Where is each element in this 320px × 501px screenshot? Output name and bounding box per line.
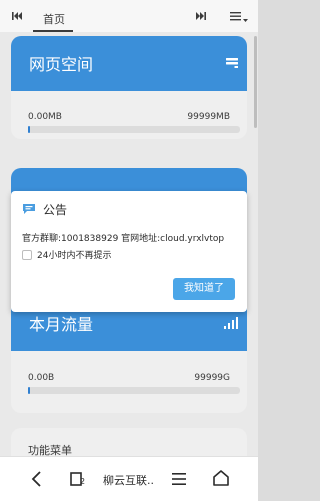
webspace-used: 0.00MB (28, 112, 62, 122)
tabs-icon[interactable] (68, 470, 90, 488)
traffic-progress-bar (28, 387, 240, 394)
traffic-title: 本月流量 (29, 315, 94, 334)
home-icon[interactable] (212, 469, 230, 487)
webspace-progress-fill (28, 126, 30, 133)
webspace-card: 网页空间 0.00MB 99999MB (11, 36, 247, 139)
traffic-progress-fill (28, 387, 30, 394)
webspace-title: 网页空间 (29, 55, 94, 74)
skip-previous-icon[interactable] (10, 9, 24, 23)
traffic-used: 0.00B (28, 373, 55, 383)
browser-bottom-bar: 2 柳云互联.. (0, 456, 258, 501)
browser-top-bar: 首页 (0, 0, 258, 32)
ok-button[interactable]: 我知道了 (173, 278, 235, 300)
traffic-card: 本月流量 0.00B 99999G (11, 295, 247, 413)
webspace-total: 99999MB (187, 112, 230, 122)
server-icon (226, 58, 238, 68)
skip-next-icon[interactable] (194, 9, 208, 23)
tab-count: 2 (80, 477, 86, 486)
webspace-progress-bar (28, 126, 240, 133)
chat-bubble-icon (23, 204, 35, 214)
tab-home[interactable]: 首页 (33, 3, 73, 32)
traffic-total: 99999G (194, 373, 230, 383)
dialog-message: 官方群聊:1001838929 官网地址:cloud.yrxlvtop (22, 234, 225, 244)
no-remind-label[interactable]: 24小时内不再提示 (37, 248, 111, 261)
notice-dialog: 公告 官方群聊:1001838929 官网地址:cloud.yrxlvtop 2… (11, 191, 247, 312)
no-remind-checkbox[interactable] (22, 250, 32, 260)
tab-home-label: 首页 (43, 13, 65, 26)
dialog-title: 公告 (43, 203, 68, 217)
hamburger-menu-icon[interactable] (170, 470, 188, 488)
back-arrow-icon[interactable] (28, 470, 46, 488)
page-title[interactable]: 柳云互联.. (103, 472, 154, 488)
menu-dropdown-icon[interactable] (228, 9, 250, 23)
signal-bars-icon (224, 317, 238, 329)
scrollbar[interactable] (254, 36, 257, 128)
